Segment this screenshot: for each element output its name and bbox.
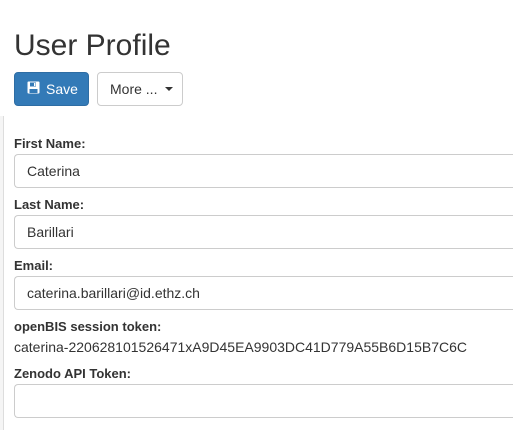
header: User Profile Save More ... — [0, 0, 513, 116]
email-field[interactable] — [14, 276, 513, 310]
page-title: User Profile — [14, 29, 171, 62]
last-name-label: Last Name: — [14, 197, 85, 212]
save-button-label: Save — [46, 81, 78, 97]
save-button[interactable]: Save — [14, 72, 89, 106]
zenodo-token-field[interactable] — [14, 384, 513, 418]
session-token-label: openBIS session token: — [14, 319, 162, 334]
session-token-value: caterina-220628101526471xA9D45EA9903DC41… — [14, 339, 467, 355]
caret-down-icon — [165, 87, 174, 92]
email-label: Email: — [14, 258, 54, 273]
floppy-disk-icon — [27, 73, 40, 105]
zenodo-token-label: Zenodo API Token: — [14, 366, 131, 381]
more-button-label: More ... — [110, 81, 158, 97]
more-dropdown-button[interactable]: More ... — [97, 72, 183, 106]
last-name-field[interactable] — [14, 215, 513, 249]
first-name-field[interactable] — [14, 154, 513, 188]
first-name-label: First Name: — [14, 136, 86, 151]
